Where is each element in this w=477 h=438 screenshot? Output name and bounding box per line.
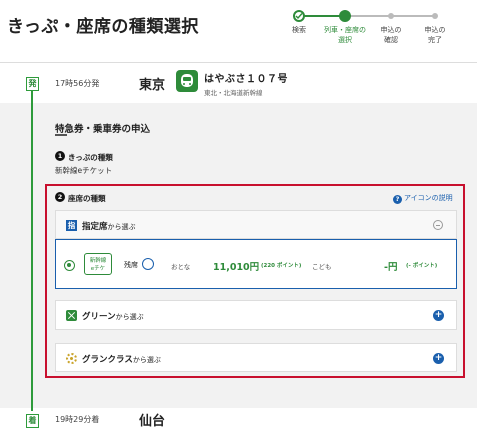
adult-points: (220 ポイント) xyxy=(261,263,302,269)
remaining-seat-label: 残席 xyxy=(124,261,138,269)
seat-available-icon xyxy=(142,258,154,270)
granclass-icon xyxy=(66,353,77,364)
check-icon xyxy=(295,13,303,20)
page-title: きっぷ・座席の種類選択 xyxy=(7,17,199,37)
ticket-kind-value: 新幹線eチケット xyxy=(55,166,113,175)
arrival-station: 仙台 xyxy=(139,414,166,429)
departure-badge: 発 xyxy=(26,77,39,91)
e-ticket-badge: 新幹線 eチケ xyxy=(84,253,112,275)
step-label-complete: 申込の 完了 xyxy=(424,26,446,44)
granclass-title: グランクラス xyxy=(82,355,133,365)
child-points: (- ポイント) xyxy=(406,263,438,269)
train-name: はやぶさ１０７号 xyxy=(204,74,288,85)
application-title: 特急券・乗車券の申込 xyxy=(55,124,151,135)
reserved-seat-icon: 指 xyxy=(66,220,77,231)
route-timeline xyxy=(31,86,33,411)
e-ticket-badge-line1: 新幹線 xyxy=(89,258,107,264)
reserved-seat-title: 指定席 xyxy=(82,222,108,232)
title-underline xyxy=(55,134,67,136)
arrival-time: 19時29分着 xyxy=(55,415,100,424)
green-car-suffix: から選ぶ xyxy=(115,313,144,321)
step-number-1: 1 xyxy=(55,151,65,161)
ticket-kind-label: きっぷの種類 xyxy=(68,153,113,162)
question-icon: ? xyxy=(393,195,402,204)
step-dot-current xyxy=(339,10,351,22)
granclass-panel[interactable]: グランクラスから選ぶ + xyxy=(55,343,457,372)
granclass-label: グランクラスから選ぶ xyxy=(82,353,161,365)
green-car-icon xyxy=(66,310,77,321)
step-number-2: 2 xyxy=(55,192,65,202)
step-dot-todo xyxy=(432,13,438,19)
granclass-suffix: から選ぶ xyxy=(132,356,161,364)
step-dot-done xyxy=(293,10,305,22)
train-icon-graphic xyxy=(181,74,193,87)
seat-option-row[interactable]: 新幹線 eチケ 残席 おとな 11,010円 (220 ポイント) こども -円… xyxy=(55,239,457,289)
arrival-badge: 着 xyxy=(26,414,39,428)
seat-kind-label: 座席の種類 xyxy=(68,194,106,203)
icon-help-label: アイコンの説明 xyxy=(404,194,453,202)
adult-fare-label: おとな xyxy=(171,263,191,271)
green-car-panel[interactable]: グリーンから選ぶ + xyxy=(55,300,457,330)
departure-station: 東京 xyxy=(139,78,166,93)
expand-plus-icon[interactable]: + xyxy=(433,353,444,364)
e-ticket-badge-line2: eチケ xyxy=(90,266,106,272)
reserved-seat-label: 指定席から選ぶ xyxy=(82,220,136,232)
page-header: きっぷ・座席の種類選択 検索 列車・座席の 選択 申込の 確認 申込の 完了 xyxy=(0,0,477,62)
icon-help-link[interactable]: ? アイコンの説明 xyxy=(393,193,453,204)
child-fare-label: こども xyxy=(312,263,332,271)
reserved-seat-panel[interactable]: 指 指定席から選ぶ xyxy=(55,210,457,239)
expand-plus-icon[interactable]: + xyxy=(433,310,444,321)
adult-fare: 11,010円 xyxy=(213,262,260,273)
train-line: 東北・北海道新幹線 xyxy=(204,89,263,97)
train-icon xyxy=(176,70,198,92)
child-fare: -円 xyxy=(384,262,398,273)
collapse-icon[interactable] xyxy=(433,220,443,230)
departure-time: 17時56分発 xyxy=(55,79,100,88)
green-car-label: グリーンから選ぶ xyxy=(82,310,144,322)
green-car-title: グリーン xyxy=(82,312,116,322)
step-dot-todo xyxy=(388,13,394,19)
progress-stepper: 検索 列車・座席の 選択 申込の 確認 申込の 完了 xyxy=(282,9,472,57)
reserved-seat-suffix: から選ぶ xyxy=(107,223,136,231)
seat-option-radio[interactable] xyxy=(64,260,75,271)
